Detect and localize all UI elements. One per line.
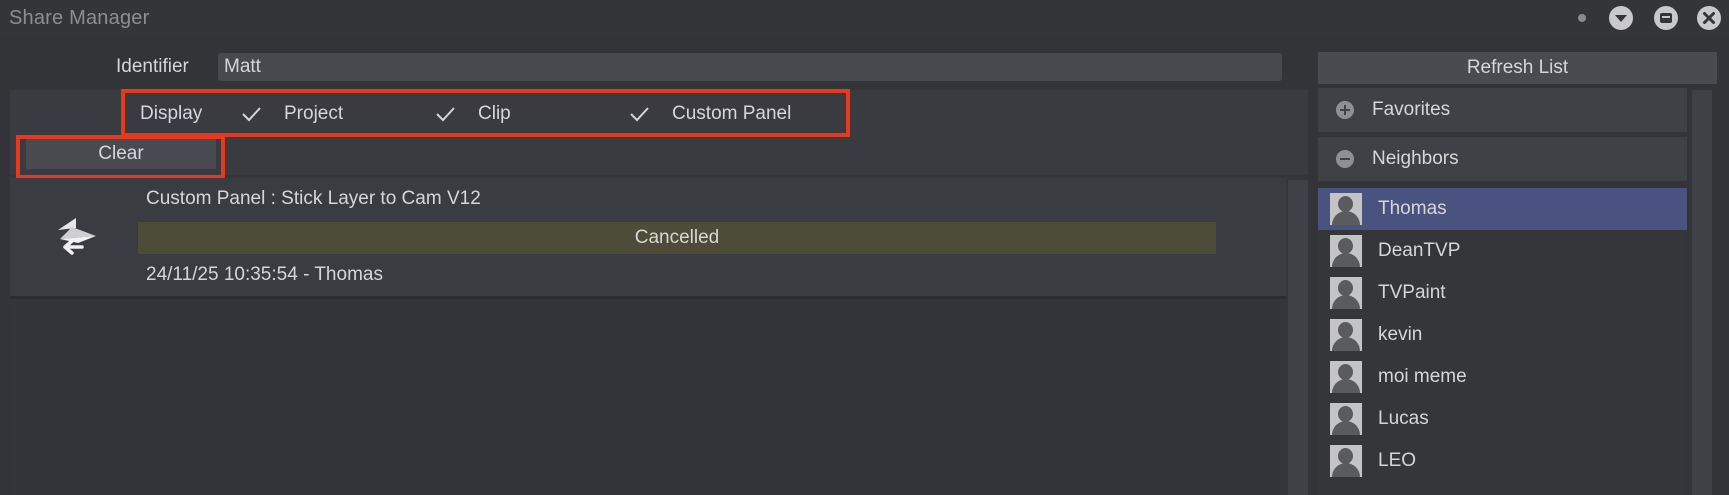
window-title: Share Manager [9, 7, 150, 29]
section-neighbors[interactable]: Neighbors [1318, 137, 1687, 181]
user-name: DeanTVP [1378, 240, 1461, 261]
user-avatar-icon [1330, 193, 1362, 225]
identifier-label: Identifier [116, 56, 189, 77]
user-list-scrollbar[interactable] [1692, 90, 1712, 495]
log-entry-title: Custom Panel : Stick Layer to Cam V12 [146, 188, 481, 209]
user-row-tvpaint[interactable]: TVPaint [1318, 272, 1687, 314]
user-name: moi meme [1378, 366, 1467, 387]
identifier-input[interactable] [218, 53, 1282, 81]
title-bar: Share Manager [0, 0, 1729, 36]
user-name: TVPaint [1378, 282, 1446, 303]
display-options-highlight [121, 89, 850, 137]
log-scrollbar[interactable] [1288, 180, 1308, 495]
section-favorites-label: Favorites [1372, 99, 1451, 120]
user-avatar-icon [1330, 361, 1362, 393]
user-row-leo[interactable]: LEO [1318, 440, 1687, 482]
user-name: LEO [1378, 450, 1417, 471]
user-name: Thomas [1378, 198, 1447, 219]
user-avatar-icon [1330, 445, 1362, 477]
user-name: Lucas [1378, 408, 1429, 429]
collapse-icon[interactable] [1654, 6, 1678, 30]
refresh-list-button[interactable]: Refresh List [1318, 52, 1717, 84]
plus-circle-icon [1336, 101, 1354, 119]
user-row-moi-meme[interactable]: moi meme [1318, 356, 1687, 398]
user-row-kevin[interactable]: kevin [1318, 314, 1687, 356]
section-favorites[interactable]: Favorites [1318, 88, 1687, 132]
share-transfer-icon [58, 218, 96, 255]
status-badge: Cancelled [138, 222, 1216, 254]
user-avatar-icon [1330, 319, 1362, 351]
user-avatar-icon [1330, 277, 1362, 309]
user-row-thomas[interactable]: Thomas [1318, 188, 1687, 230]
close-icon[interactable] [1697, 6, 1721, 30]
minimize-icon[interactable] [1609, 6, 1633, 30]
user-avatar-icon [1330, 235, 1362, 267]
minus-circle-icon [1336, 150, 1354, 168]
log-entry-meta: 24/11/25 10:35:54 - Thomas [146, 264, 383, 285]
share-manager-window: Share Manager Identifier Display Project… [0, 0, 1729, 495]
clear-button-highlight [16, 135, 225, 179]
user-row-deantvp[interactable]: DeanTVP [1318, 230, 1687, 272]
user-row-lucas[interactable]: Lucas [1318, 398, 1687, 440]
section-neighbors-label: Neighbors [1372, 148, 1459, 169]
dot-icon[interactable] [1578, 14, 1586, 22]
user-name: kevin [1378, 324, 1423, 345]
user-avatar-icon [1330, 403, 1362, 435]
